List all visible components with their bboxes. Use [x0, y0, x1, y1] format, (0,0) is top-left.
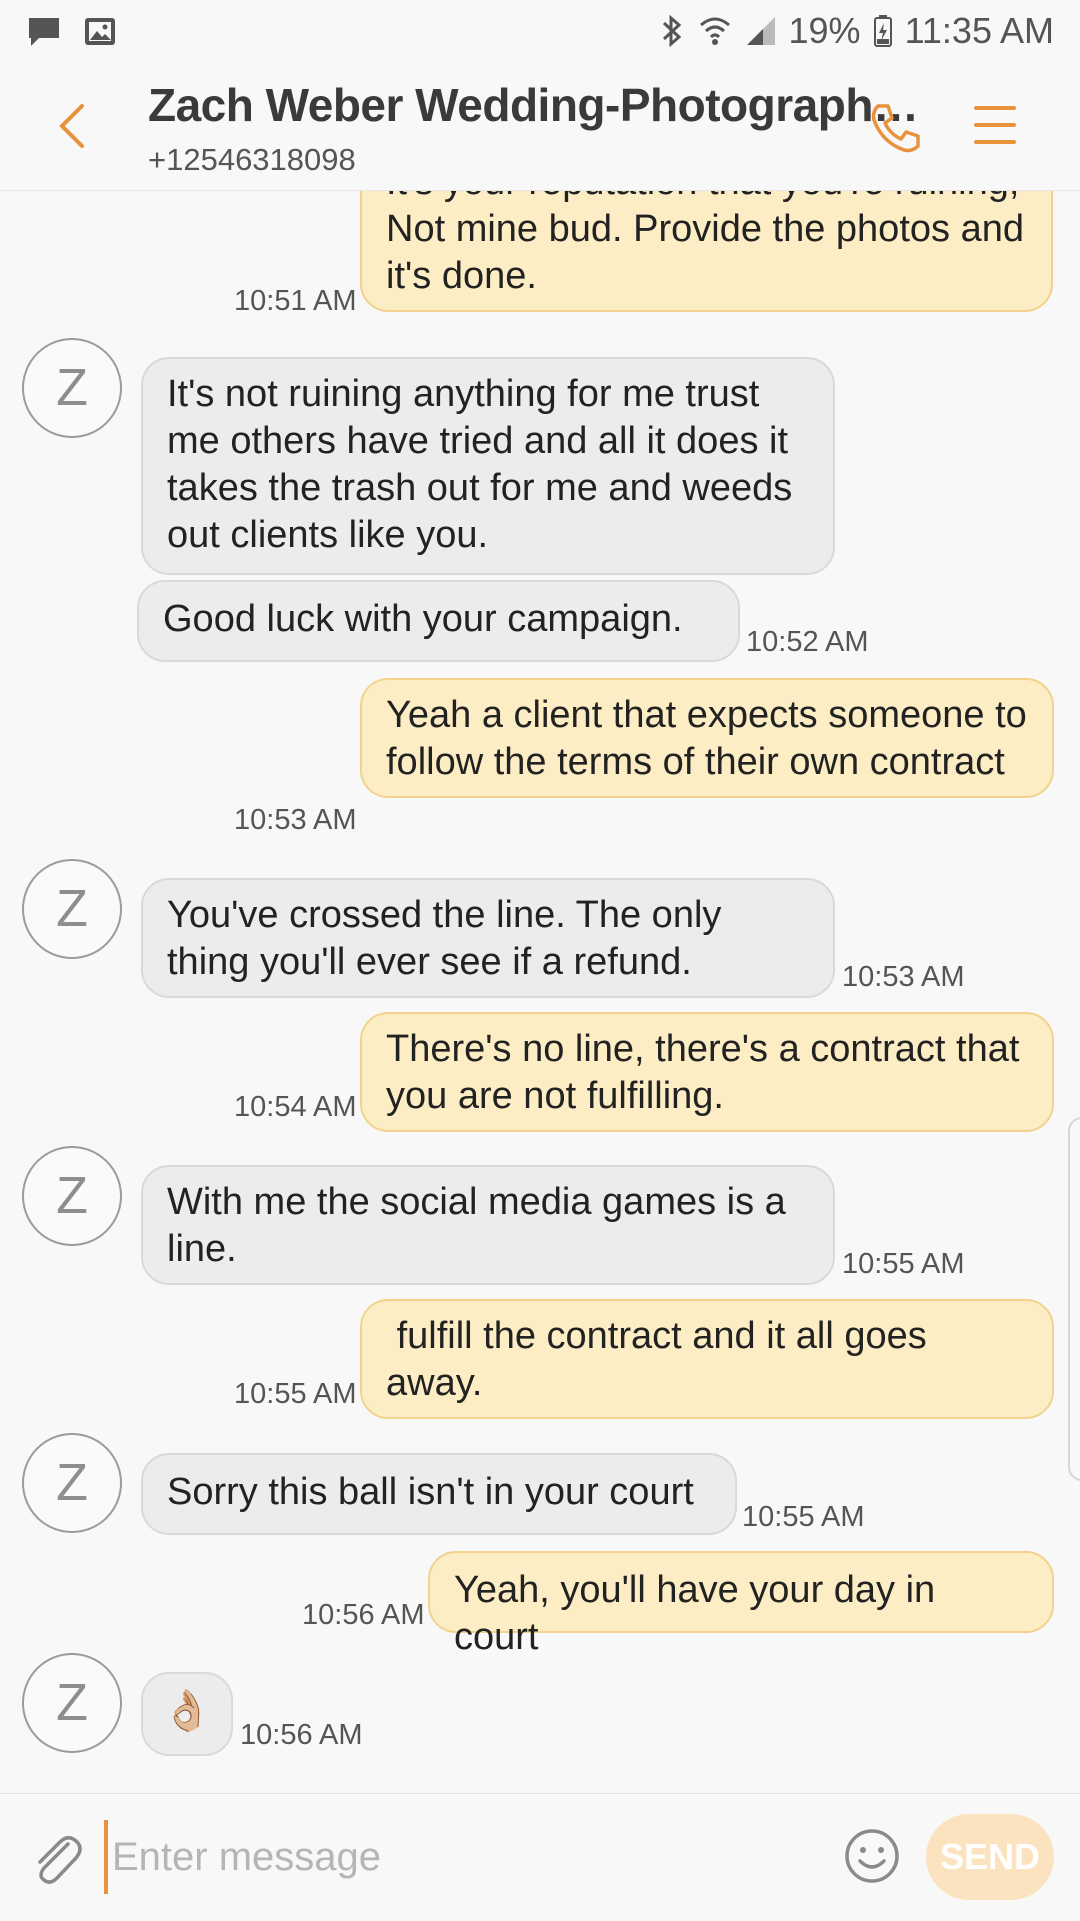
message-text: Yeah a client that expects someone to fo… — [386, 694, 1027, 783]
contact-avatar[interactable]: Z — [22, 1146, 122, 1246]
scroll-handle[interactable] — [1068, 1117, 1080, 1481]
image-icon — [85, 18, 115, 45]
message-text: It's not ruining anything for me trust m… — [167, 373, 793, 556]
ok-hand-emoji-icon: 👌🏼 — [162, 1689, 212, 1733]
message-text: There's no line, there's a contract that… — [386, 1028, 1020, 1117]
message-icon — [29, 18, 59, 46]
message-timestamp: 10:52 AM — [746, 626, 869, 658]
message-text: Sorry this ball isn't in your court — [167, 1471, 694, 1513]
received-message[interactable]: 👌🏼 — [141, 1672, 233, 1756]
battery-percent: 19% — [788, 10, 861, 51]
notification-icons — [26, 14, 118, 50]
sent-message[interactable]: Yeah, you'll have your day in court — [428, 1551, 1054, 1658]
message-timestamp: 10:53 AM — [234, 804, 357, 836]
battery-charging-icon — [873, 15, 892, 47]
message-text: Yeah, you'll have your day in court — [454, 1569, 936, 1658]
received-message[interactable]: Sorry this ball isn't in your court — [141, 1453, 737, 1535]
message-timestamp: 10:55 AM — [234, 1378, 357, 1410]
message-timestamp: 10:55 AM — [742, 1501, 865, 1533]
sent-message[interactable]: There's no line, there's a contract that… — [360, 1012, 1054, 1132]
signal-icon — [746, 17, 775, 45]
message-text: Good luck with your campaign. — [163, 598, 683, 640]
clock: 11:35 AM — [904, 10, 1054, 51]
contact-avatar[interactable]: Z — [22, 1433, 122, 1533]
send-button[interactable]: SEND — [926, 1814, 1054, 1900]
received-message[interactable]: It's not ruining anything for me trust m… — [141, 357, 835, 575]
message-timestamp: 10:56 AM — [240, 1719, 363, 1751]
message-text: fulfill the contract and it all goes awa… — [386, 1315, 938, 1404]
avatar-initial: Z — [56, 359, 88, 417]
message-timestamp: 10:53 AM — [842, 961, 965, 993]
message-timestamp: 10:55 AM — [842, 1248, 965, 1280]
compose-bar: SEND — [0, 1793, 1080, 1921]
sent-message[interactable]: Yeah a client that expects someone to fo… — [360, 678, 1054, 798]
avatar-initial: Z — [56, 1167, 88, 1225]
conversation-header: Zach Weber Wedding-Photograph… +12546318… — [0, 62, 1080, 191]
wifi-icon — [699, 17, 730, 45]
message-list[interactable]: It's your reputation that you're ruining… — [0, 191, 1080, 1793]
message-timestamp: 10:54 AM — [234, 1091, 357, 1123]
contact-avatar[interactable]: Z — [22, 859, 122, 959]
phone-icon[interactable] — [868, 100, 924, 156]
received-message[interactable]: Good luck with your campaign. — [137, 580, 740, 662]
message-text: With me the social media games is a line… — [167, 1181, 786, 1270]
avatar-initial: Z — [56, 880, 88, 938]
contact-avatar[interactable]: Z — [22, 338, 122, 438]
message-text: It's your reputation that you're ruining… — [386, 191, 1024, 297]
message-text: You've crossed the line. The only thing … — [167, 894, 722, 983]
emoji-icon[interactable] — [842, 1826, 902, 1886]
message-timestamp: 10:56 AM — [302, 1599, 425, 1631]
message-input[interactable] — [104, 1820, 814, 1894]
received-message[interactable]: With me the social media games is a line… — [141, 1165, 835, 1285]
avatar-initial: Z — [56, 1674, 88, 1732]
avatar-initial: Z — [56, 1454, 88, 1512]
message-timestamp: 10:51 AM — [234, 285, 357, 317]
received-message[interactable]: You've crossed the line. The only thing … — [141, 878, 835, 998]
contact-avatar[interactable]: Z — [22, 1653, 122, 1753]
contact-name[interactable]: Zach Weber Wedding-Photograph… — [148, 78, 919, 132]
system-status: 19% 11:35 AM — [659, 10, 1054, 52]
contact-phone-number: +12546318098 — [148, 142, 356, 177]
attach-icon[interactable] — [30, 1830, 84, 1888]
menu-icon[interactable] — [972, 102, 1018, 148]
bluetooth-icon — [662, 14, 681, 48]
back-icon[interactable] — [52, 102, 92, 150]
sent-message[interactable]: fulfill the contract and it all goes awa… — [360, 1299, 1054, 1419]
status-bar: 19% 11:35 AM — [0, 0, 1080, 62]
sent-message[interactable]: It's your reputation that you're ruining… — [360, 191, 1053, 312]
